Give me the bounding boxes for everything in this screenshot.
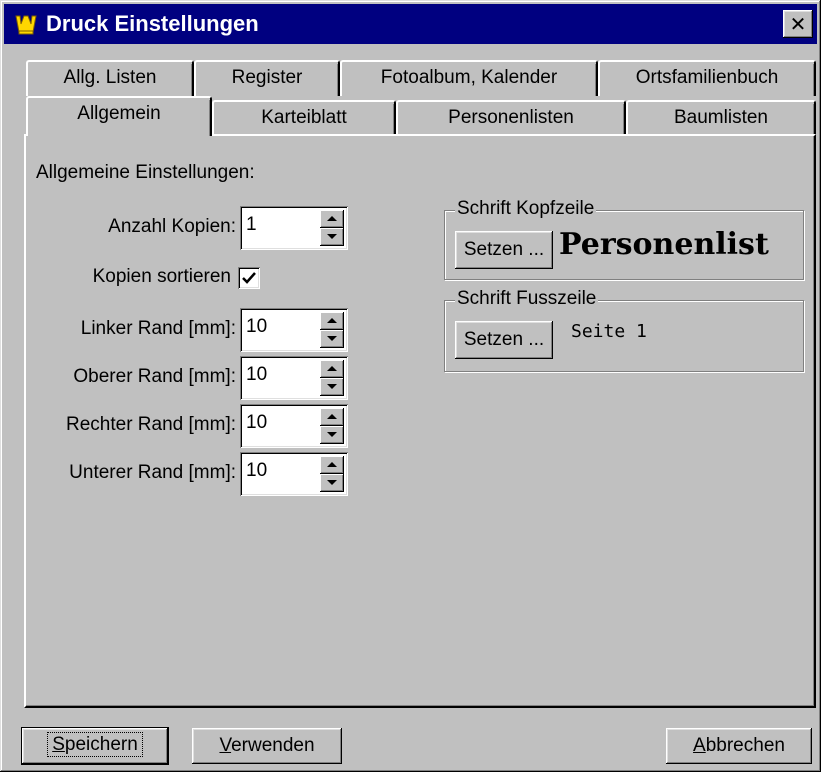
title-bar[interactable]: Druck Einstellungen ✕: [4, 4, 817, 44]
tab-label: Fotoalbum, Kalender: [380, 67, 558, 88]
tab-allg-listen[interactable]: Allg. Listen: [26, 60, 194, 96]
mnemonic: V: [219, 735, 232, 756]
bottom-margin-spinner[interactable]: 10: [240, 452, 348, 496]
app-crown-icon: [15, 15, 37, 35]
spin-up-icon[interactable]: [320, 456, 344, 474]
close-icon: ✕: [789, 12, 807, 36]
header-font-preview: Personenlist: [559, 227, 769, 262]
tab-personenlisten[interactable]: Personenlisten: [396, 100, 626, 136]
spinner-buttons: [320, 360, 344, 396]
tab-fotoalbum-kalender[interactable]: Fotoalbum, Kalender: [340, 60, 598, 96]
tab-label: Baumlisten: [674, 107, 768, 128]
top-margin-value: 10: [246, 364, 268, 385]
tab-baumlisten[interactable]: Baumlisten: [626, 100, 816, 136]
spin-up-icon[interactable]: [320, 360, 344, 378]
header-font-legend: Schrift Kopfzeile: [455, 198, 597, 220]
tab-karteiblatt[interactable]: Karteiblatt: [212, 100, 396, 136]
spinner-buttons: [320, 408, 344, 444]
spinner-buttons: [320, 312, 344, 348]
section-heading: Allgemeine Einstellungen:: [36, 162, 255, 183]
header-font-set-button[interactable]: Setzen ...: [455, 231, 553, 269]
button-label: Setzen ...: [463, 329, 545, 350]
copies-value: 1: [246, 214, 257, 235]
button-label: peichern: [64, 734, 138, 755]
tab-allgemein[interactable]: Allgemein: [26, 96, 212, 136]
copies-spinner[interactable]: 1: [240, 206, 348, 250]
apply-button[interactable]: Verwenden: [192, 728, 342, 764]
focus-rect: Speichern: [47, 732, 143, 757]
tab-label: Ortsfamilienbuch: [635, 67, 779, 88]
top-margin-label: Oberer Rand [mm]:: [73, 366, 236, 387]
tab-label: Allg. Listen: [63, 67, 157, 88]
spinner-buttons: [320, 210, 344, 246]
button-label: Setzen ...: [463, 239, 545, 260]
save-button[interactable]: Speichern: [22, 728, 168, 764]
spin-down-icon[interactable]: [320, 474, 344, 492]
spin-up-icon[interactable]: [320, 312, 344, 330]
button-label: bbrechen: [705, 735, 785, 756]
header-font-group: Schrift Kopfzeile Setzen ... Personenlis…: [444, 198, 804, 280]
bottom-margin-value: 10: [246, 460, 268, 481]
copies-label: Anzahl Kopien:: [108, 216, 236, 237]
tab-ortsfamilienbuch[interactable]: Ortsfamilienbuch: [598, 60, 816, 96]
top-margin-spinner[interactable]: 10: [240, 356, 348, 400]
tab-label: Register: [231, 67, 303, 88]
tab-label: Allgemein: [77, 103, 161, 124]
spin-down-icon[interactable]: [320, 330, 344, 348]
left-margin-label: Linker Rand [mm]:: [80, 318, 236, 339]
sort-copies-checkbox[interactable]: [238, 267, 260, 289]
print-settings-dialog: Druck Einstellungen ✕ Allg. Listen Regis…: [0, 0, 821, 772]
tab-panel-allgemein: Allgemeine Einstellungen: Anzahl Kopien:…: [24, 134, 816, 708]
spin-down-icon[interactable]: [320, 378, 344, 396]
right-margin-value: 10: [246, 412, 268, 433]
button-label: erwenden: [231, 735, 315, 756]
mnemonic: A: [693, 735, 706, 756]
footer-font-legend: Schrift Fusszeile: [455, 288, 599, 310]
spin-up-icon[interactable]: [320, 408, 344, 426]
tab-label: Personenlisten: [448, 107, 574, 128]
tab-label: Karteiblatt: [261, 107, 347, 128]
spin-down-icon[interactable]: [320, 228, 344, 246]
footer-font-group: Schrift Fusszeile Setzen ... Seite 1: [444, 288, 804, 372]
tab-register[interactable]: Register: [194, 60, 340, 96]
spin-up-icon[interactable]: [320, 210, 344, 228]
spinner-buttons: [320, 456, 344, 492]
footer-font-set-button[interactable]: Setzen ...: [455, 321, 553, 359]
checkmark-icon: [242, 272, 256, 284]
sort-copies-label: Kopien sortieren: [92, 266, 231, 287]
right-margin-label: Rechter Rand [mm]:: [66, 414, 236, 435]
spin-down-icon[interactable]: [320, 426, 344, 444]
bottom-margin-label: Unterer Rand [mm]:: [69, 462, 236, 483]
mnemonic: S: [52, 734, 65, 755]
window-title: Druck Einstellungen: [46, 11, 259, 36]
cancel-button[interactable]: Abbrechen: [666, 728, 812, 764]
right-margin-spinner[interactable]: 10: [240, 404, 348, 448]
left-margin-spinner[interactable]: 10: [240, 308, 348, 352]
footer-font-preview: Seite 1: [571, 321, 647, 342]
close-button[interactable]: ✕: [783, 10, 813, 38]
left-margin-value: 10: [246, 316, 268, 337]
